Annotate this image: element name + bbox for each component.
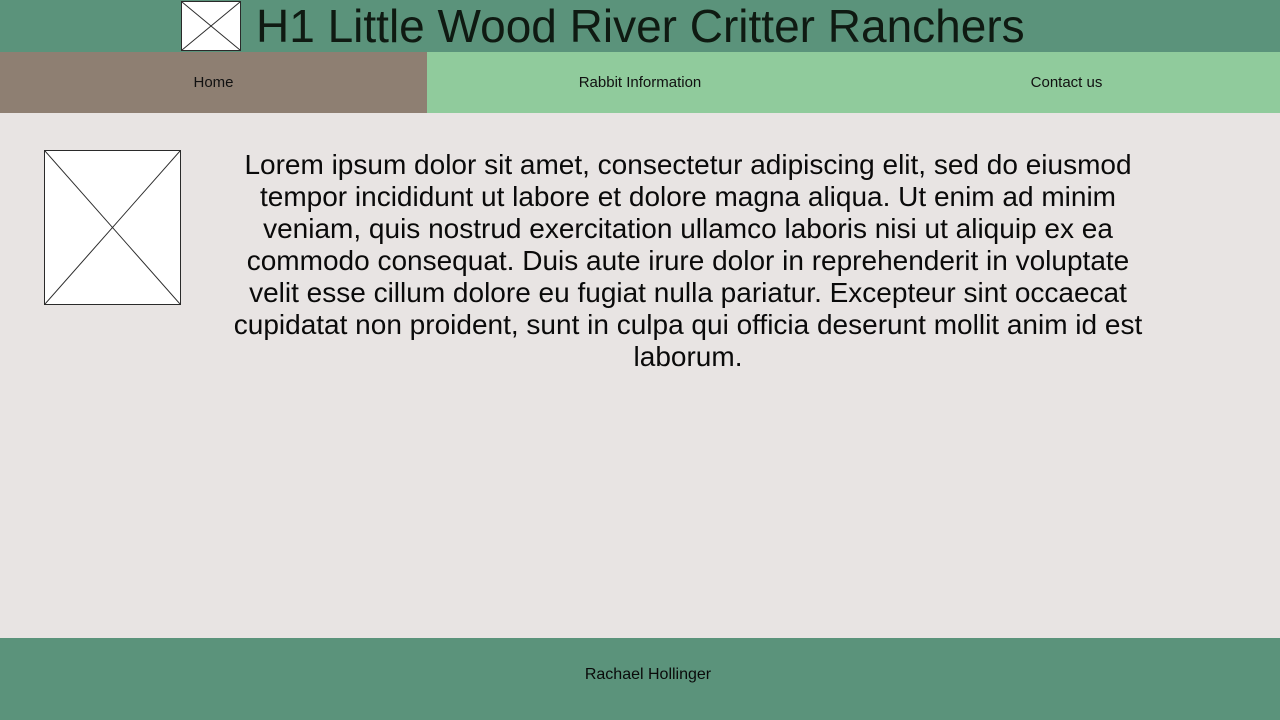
site-footer: Rachael Hollinger [0, 638, 1280, 720]
site-header: H1 Little Wood River Critter Ranchers [0, 0, 1280, 52]
logo-placeholder-icon [181, 1, 241, 51]
nav-item-rabbit-information[interactable]: Rabbit Information [427, 52, 853, 113]
main-nav: Home Rabbit Information Contact us [0, 52, 1280, 113]
nav-item-contact-us[interactable]: Contact us [853, 52, 1280, 113]
intro-paragraph: Lorem ipsum dolor sit amet, consectetur … [233, 149, 1143, 372]
footer-author: Rachael Hollinger [584, 666, 712, 683]
content-image-placeholder-icon [44, 150, 181, 305]
site-title: H1 Little Wood River Critter Ranchers [256, 0, 1025, 52]
nav-item-home[interactable]: Home [0, 52, 427, 113]
